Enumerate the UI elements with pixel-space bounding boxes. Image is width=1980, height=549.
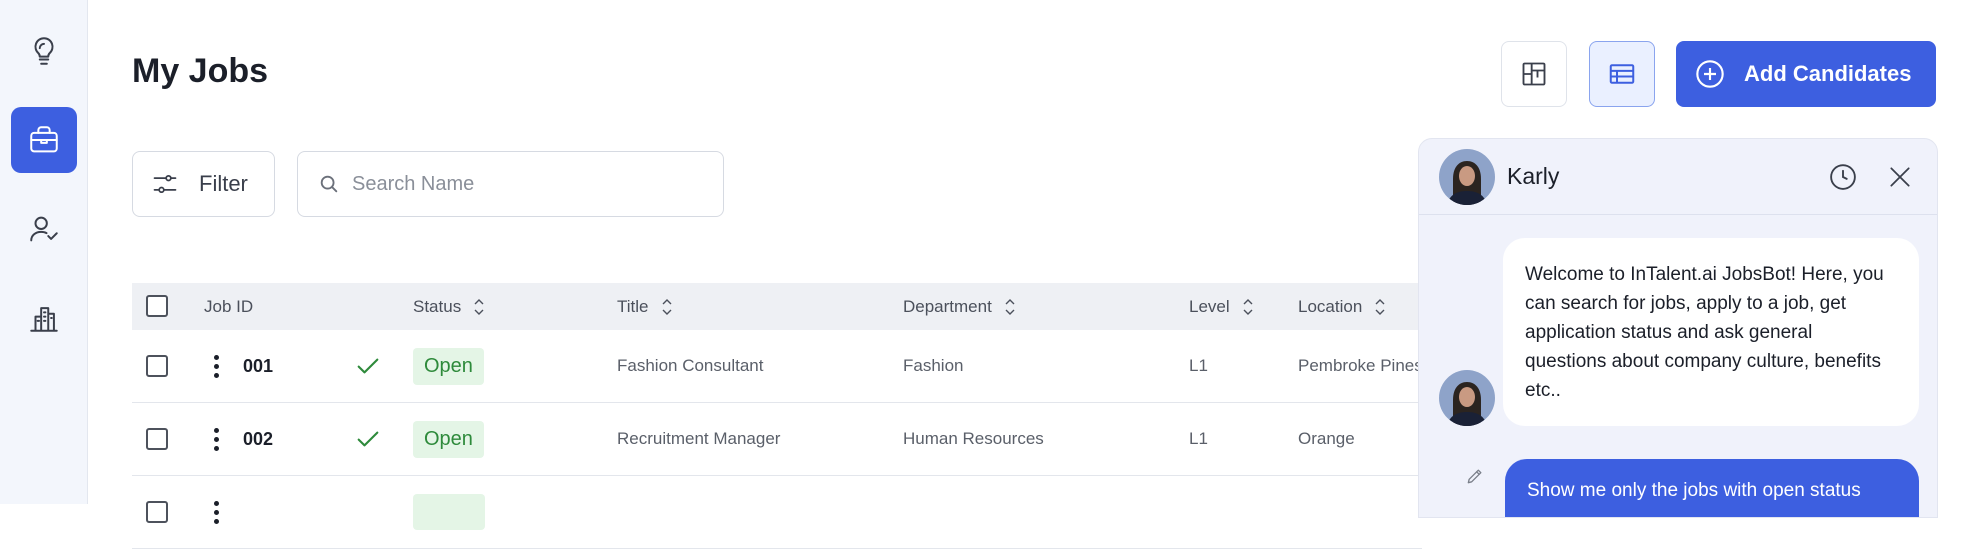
clock-icon [1830, 164, 1856, 190]
sort-icon [474, 298, 484, 315]
job-location: Pembroke Pines [1298, 356, 1423, 375]
avatar [1439, 370, 1495, 426]
sort-icon [1005, 298, 1015, 315]
kanban-view-button[interactable] [1501, 41, 1567, 107]
status-cell [413, 476, 485, 548]
job-level: L1 [1189, 356, 1208, 375]
check-icon-cell [354, 330, 382, 402]
lightbulb-icon [34, 37, 54, 65]
buildings-icon [30, 307, 58, 332]
more-vertical-icon [214, 354, 220, 378]
row-actions-button[interactable] [214, 403, 220, 475]
chat-agent-name: Karly [1507, 163, 1560, 189]
column-header-department[interactable]: Department [903, 283, 1016, 330]
table-view-button[interactable] [1589, 41, 1655, 107]
column-label: Department [903, 296, 992, 316]
column-header-title[interactable]: Title [617, 283, 673, 330]
column-header-job-id: Job ID [204, 283, 253, 330]
page-title: My Jobs [132, 52, 269, 90]
user-check-icon [30, 216, 58, 242]
more-vertical-icon [214, 427, 220, 451]
chatbot-panel: Karly Welcome to InTalent.ai JobsBot! He… [1418, 138, 1938, 518]
job-department: Human Resources [903, 429, 1044, 448]
filter-label: Filter [199, 171, 248, 196]
table-row[interactable]: 002 Open Recruitment Manager Human Resou… [132, 403, 1422, 476]
close-icon [1890, 167, 1910, 187]
edit-message-button[interactable] [1463, 464, 1487, 488]
column-label: Job ID [204, 296, 254, 316]
column-label: Level [1189, 296, 1230, 316]
check-icon-cell [354, 403, 382, 475]
status-cell: Open [413, 403, 484, 475]
select-all-checkbox[interactable] [146, 295, 168, 317]
plus-circle-icon [1696, 60, 1724, 88]
sidebar-item-candidates[interactable] [11, 196, 77, 262]
column-label: Location [1298, 296, 1363, 316]
add-candidates-button[interactable]: Add Candidates [1676, 41, 1936, 107]
search-input[interactable] [352, 172, 692, 196]
pencil-icon [1467, 469, 1482, 484]
search-icon [320, 175, 338, 193]
table-row[interactable]: 001 Open Fashion Consultant Fashion L1 P… [132, 330, 1423, 403]
status-badge: Open [413, 420, 484, 458]
column-header-level[interactable]: Level [1189, 283, 1254, 330]
table-row[interactable] [132, 476, 1422, 549]
job-department: Fashion [903, 356, 964, 375]
sidebar-item-company[interactable] [11, 285, 77, 351]
row-checkbox[interactable] [146, 428, 168, 450]
job-title: Fashion Consultant [617, 356, 764, 375]
column-header-location[interactable]: Location [1298, 283, 1386, 330]
sidebar-item-insights[interactable] [11, 18, 77, 84]
sort-icon [1243, 298, 1253, 315]
job-level: L1 [1189, 429, 1208, 448]
row-actions-button[interactable] [214, 330, 220, 402]
chat-header: Karly [1419, 139, 1937, 215]
avatar [1439, 149, 1495, 205]
add-candidates-label: Add Candidates [1744, 61, 1912, 86]
check-icon [357, 431, 379, 447]
job-id: 001 [243, 355, 274, 376]
row-checkbox[interactable] [146, 355, 168, 377]
status-badge: Open [413, 347, 484, 385]
column-label: Title [617, 296, 649, 316]
briefcase-icon [30, 126, 58, 153]
kanban-icon [1522, 62, 1546, 86]
sidebar-item-jobs[interactable] [11, 107, 77, 173]
history-button[interactable] [1827, 161, 1859, 193]
row-actions-button[interactable] [214, 476, 220, 548]
table-header: Job ID Status Title Department Level Loc… [132, 283, 1422, 330]
table-icon [1609, 64, 1635, 84]
sliders-icon [153, 174, 177, 194]
sort-icon [1375, 298, 1385, 315]
bot-message: Welcome to InTalent.ai JobsBot! Here, yo… [1503, 238, 1919, 426]
sidebar [0, 0, 88, 504]
column-label: Status [413, 296, 462, 316]
column-header-status[interactable]: Status [413, 283, 485, 330]
check-icon [357, 358, 379, 374]
job-title: Recruitment Manager [617, 429, 781, 448]
search-box [297, 151, 724, 217]
job-id: 002 [243, 428, 274, 449]
user-message: Show me only the jobs with open status [1505, 459, 1919, 517]
row-checkbox[interactable] [146, 501, 168, 523]
status-badge [413, 494, 485, 530]
status-cell: Open [413, 330, 484, 402]
filter-button[interactable]: Filter [132, 151, 275, 217]
close-chat-button[interactable] [1884, 161, 1916, 193]
job-location: Orange [1298, 429, 1355, 448]
sort-icon [662, 298, 671, 315]
